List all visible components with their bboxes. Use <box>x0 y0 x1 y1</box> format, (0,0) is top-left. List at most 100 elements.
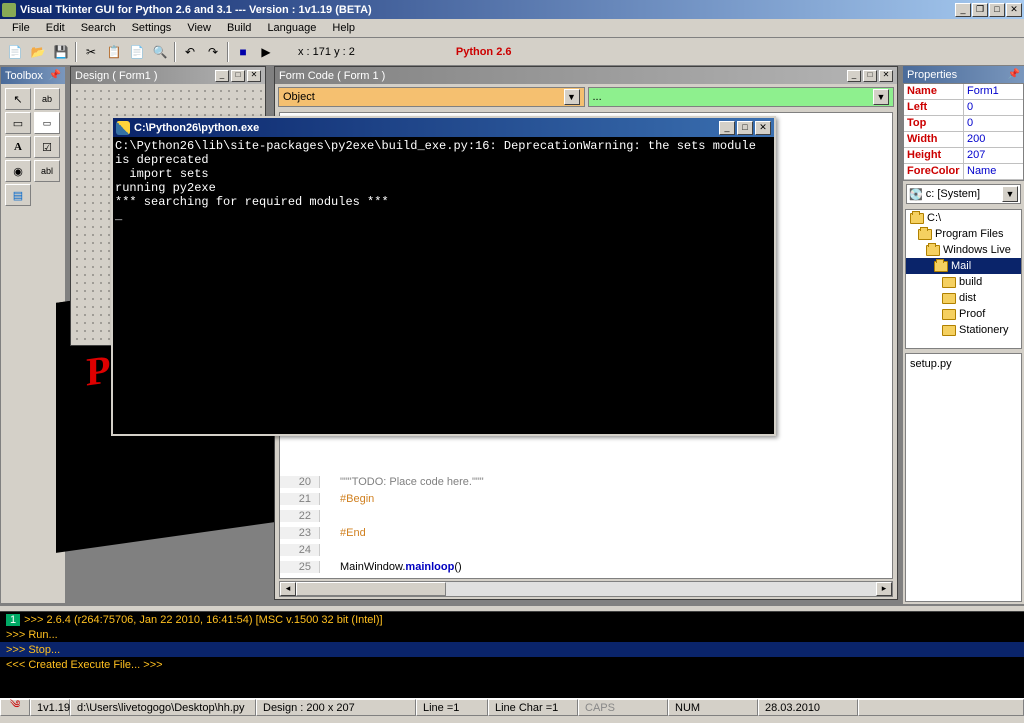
file-list[interactable]: setup.py <box>905 353 1022 602</box>
menu-language[interactable]: Language <box>259 20 324 36</box>
console-popup-window: C:\Python26\python.exe _ □ ✕ C:\Python26… <box>111 116 776 436</box>
close-button[interactable]: ✕ <box>1006 3 1022 17</box>
status-caps: CAPS <box>578 699 668 716</box>
cmd-minimize-icon[interactable]: _ <box>719 121 735 135</box>
code-close-icon[interactable]: ✕ <box>879 70 893 82</box>
find-icon[interactable]: 🔍 <box>149 41 171 63</box>
pin-icon[interactable]: 📌 <box>49 70 61 81</box>
design-maximize-icon[interactable]: □ <box>231 70 245 82</box>
console-titlebar[interactable]: C:\Python26\python.exe _ □ ✕ <box>113 118 774 137</box>
code-line[interactable]: 20"""TODO: Place code here.""" <box>280 473 892 490</box>
console-line[interactable]: 1>>> 2.6.4 (r264:75706, Jan 22 2010, 16:… <box>0 612 1024 627</box>
text-tool-icon[interactable]: A <box>5 136 31 158</box>
property-row[interactable]: Height207 <box>904 148 1023 164</box>
menu-search[interactable]: Search <box>73 20 124 36</box>
code-line[interactable]: 26 <box>280 575 892 579</box>
menu-file[interactable]: File <box>4 20 38 36</box>
cmd-maximize-icon[interactable]: □ <box>737 121 753 135</box>
menu-help[interactable]: Help <box>324 20 363 36</box>
copy-icon[interactable]: 📋 <box>103 41 125 63</box>
stop-icon[interactable]: ■ <box>232 41 254 63</box>
menu-build[interactable]: Build <box>219 20 259 36</box>
new-icon[interactable]: 📄 <box>4 41 26 63</box>
save-icon[interactable]: 💾 <box>50 41 72 63</box>
toolbar: 📄 📂 💾 ✂ 📋 📄 🔍 ↶ ↷ ■ ▶ x : 171 y : 2 Pyth… <box>0 38 1024 66</box>
label-tool-icon[interactable]: ab <box>34 88 60 110</box>
tree-item[interactable]: C:\ <box>906 210 1021 226</box>
property-row[interactable]: NameForm1 <box>904 84 1023 100</box>
drive-dropdown[interactable]: 💽c: [System] ▼ <box>906 184 1021 204</box>
toolbox-title: Toolbox 📌 <box>1 67 65 84</box>
tree-item[interactable]: Stationery <box>906 322 1021 338</box>
code-line[interactable]: 25MainWindow.mainloop() <box>280 558 892 575</box>
cmd-close-icon[interactable]: ✕ <box>755 121 771 135</box>
status-design: Design : 200 x 207 <box>256 699 416 716</box>
code-maximize-icon[interactable]: □ <box>863 70 877 82</box>
run-icon[interactable]: ▶ <box>255 41 277 63</box>
paste-icon[interactable]: 📄 <box>126 41 148 63</box>
design-window-title[interactable]: Design ( Form1 ) _ □ ✕ <box>71 67 265 84</box>
python-version-label: Python 2.6 <box>456 46 512 58</box>
menu-edit[interactable]: Edit <box>38 20 73 36</box>
code-line[interactable]: 24 <box>280 541 892 558</box>
menu-view[interactable]: View <box>179 20 219 36</box>
pin-icon[interactable]: 📌 <box>1008 69 1020 80</box>
folder-icon <box>934 261 948 272</box>
code-line[interactable]: 23#End <box>280 524 892 541</box>
folder-icon <box>942 277 956 288</box>
app-title: Visual Tkinter GUI for Python 2.6 and 3.… <box>20 4 954 16</box>
code-line[interactable]: 21#Begin <box>280 490 892 507</box>
design-close-icon[interactable]: ✕ <box>247 70 261 82</box>
properties-panel: Properties 📌 NameForm1Left0Top0Width200H… <box>902 66 1024 604</box>
property-row[interactable]: Width200 <box>904 132 1023 148</box>
radio-tool-icon[interactable]: ◉ <box>5 160 31 182</box>
tree-item[interactable]: Program Files <box>906 226 1021 242</box>
coordinates-label: x : 171 y : 2 <box>298 46 355 58</box>
status-bar: ༄ 1v1.19 d:\Users\livetogogo\Desktop\hh.… <box>0 698 1024 716</box>
console-line[interactable]: >>> Stop... <box>0 642 1024 657</box>
undo-icon[interactable]: ↶ <box>179 41 201 63</box>
status-line: Line =1 <box>416 699 488 716</box>
file-item[interactable]: setup.py <box>910 358 952 370</box>
scroll-left-icon[interactable]: ◂ <box>280 582 296 596</box>
event-dropdown[interactable]: ... ▼ <box>588 87 895 107</box>
open-icon[interactable]: 📂 <box>27 41 49 63</box>
code-line[interactable]: 22 <box>280 507 892 524</box>
pointer-tool-icon[interactable]: ↖ <box>5 88 31 110</box>
folder-tree[interactable]: C:\Program FilesWindows LiveMailbuilddis… <box>905 209 1022 349</box>
cut-icon[interactable]: ✂ <box>80 41 102 63</box>
code-minimize-icon[interactable]: _ <box>847 70 861 82</box>
folder-icon <box>910 213 924 224</box>
horizontal-scrollbar[interactable]: ◂ ▸ <box>279 581 893 597</box>
textbox-tool-icon[interactable]: abl <box>34 160 60 182</box>
checkbox-tool-icon[interactable]: ☑ <box>34 136 60 158</box>
properties-title: Properties 📌 <box>903 66 1024 83</box>
chevron-down-icon: ▼ <box>873 89 889 105</box>
code-window-title[interactable]: Form Code ( Form 1 ) _ □ ✕ <box>275 67 897 84</box>
object-dropdown[interactable]: Object ▼ <box>278 87 585 107</box>
console-line[interactable]: <<< Created Execute File... >>> <box>0 657 1024 672</box>
button-tool-icon[interactable]: ▭ <box>5 112 31 134</box>
tree-item[interactable]: Mail <box>906 258 1021 274</box>
property-row[interactable]: ForeColorName <box>904 164 1023 180</box>
tree-item[interactable]: Proof <box>906 306 1021 322</box>
tree-item[interactable]: dist <box>906 290 1021 306</box>
minimize-button[interactable]: _ <box>955 3 971 17</box>
property-row[interactable]: Left0 <box>904 100 1023 116</box>
console-output: C:\Python26\lib\site-packages\py2exe\bui… <box>113 137 774 225</box>
redo-icon[interactable]: ↷ <box>202 41 224 63</box>
scroll-thumb[interactable] <box>296 582 446 596</box>
tree-item[interactable]: Windows Live <box>906 242 1021 258</box>
properties-grid[interactable]: NameForm1Left0Top0Width200Height207ForeC… <box>903 83 1024 181</box>
menu-settings[interactable]: Settings <box>124 20 180 36</box>
maximize-button[interactable]: □ <box>989 3 1005 17</box>
console-line[interactable]: >>> Run... <box>0 627 1024 642</box>
output-console[interactable]: 1>>> 2.6.4 (r264:75706, Jan 22 2010, 16:… <box>0 604 1024 698</box>
scroll-right-icon[interactable]: ▸ <box>876 582 892 596</box>
listbox-tool-icon[interactable]: ▤ <box>5 184 31 206</box>
design-minimize-icon[interactable]: _ <box>215 70 229 82</box>
property-row[interactable]: Top0 <box>904 116 1023 132</box>
entry-tool-icon[interactable]: ▭ <box>34 112 60 134</box>
restore-button[interactable]: ❐ <box>972 3 988 17</box>
tree-item[interactable]: build <box>906 274 1021 290</box>
